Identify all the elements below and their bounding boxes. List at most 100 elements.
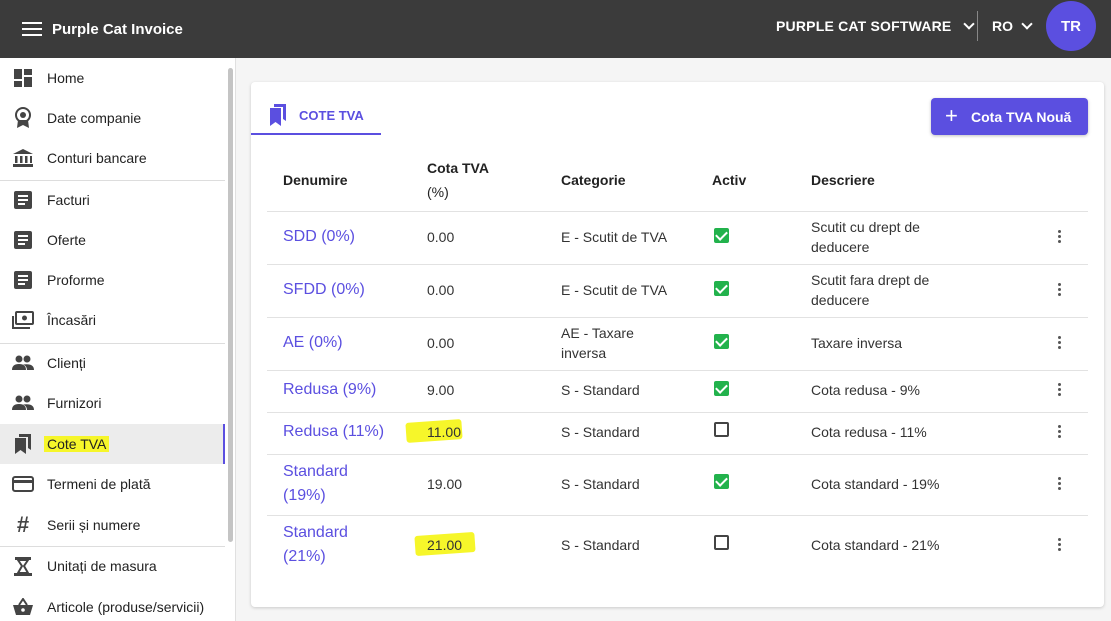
table-divider [267,515,1088,516]
sidebar-item-label: Facturi [47,192,90,208]
sidebar-item-home[interactable]: Home [0,58,225,98]
top-app-bar: Purple Cat Invoice PURPLE CAT SOFTWARE R… [0,0,1111,58]
sidebar-item-label: Serii și numere [47,517,141,533]
sidebar-item-unitati-de-masura[interactable]: Unitați de masura [0,546,225,586]
sidebar-item-facturi[interactable]: Facturi [0,180,225,220]
more-vert-icon[interactable] [1049,226,1069,246]
table-divider [267,211,1088,212]
sidebar-item-cote-tva[interactable]: Cote TVA [0,424,225,464]
sidebar-scrollbar[interactable] [228,68,233,542]
sidebar-item-label: Încasări [47,312,97,328]
user-avatar[interactable]: TR [1046,1,1096,51]
row-description: Cota redusa - 9% [811,382,920,398]
column-header-active: Activ [712,172,747,188]
row-rate: 9.00 [427,382,455,398]
active-checkbox[interactable] [714,381,729,396]
row-name-link[interactable]: Redusa (11%) [283,420,384,444]
more-vert-icon[interactable] [1049,332,1069,352]
bank-icon [12,147,34,169]
column-header-description: Descriere [811,172,875,188]
company-selector[interactable]: PURPLE CAT SOFTWARE [776,18,976,34]
row-description: Scutit cu drept de deducere [811,219,920,255]
cash-icon [12,309,34,331]
sidebar-item-label: Articole (produse/servicii) [47,599,205,615]
basket-icon [12,596,34,618]
more-vert-icon[interactable] [1049,534,1069,554]
document-icon [12,189,34,211]
table-divider [267,317,1088,318]
sidebar-item-conturi-bancare[interactable]: Conturi bancare [0,138,225,178]
active-checkbox[interactable] [714,535,729,550]
more-vert-icon[interactable] [1049,279,1069,299]
active-checkbox[interactable] [714,334,729,349]
sidebar-item-termeni-de-plata[interactable]: Termeni de plată [0,464,225,504]
row-rate: 21.00 [427,537,463,553]
sidebar-item-label: Proforme [47,272,105,288]
sidebar-item-articole[interactable]: Articole (produse/servicii) [0,587,225,621]
add-vat-rate-button[interactable]: + Cota TVA Nouă [931,98,1088,135]
row-category: E - Scutit de TVA [561,282,668,298]
sidebar-item-date-companie[interactable]: Date companie [0,98,225,138]
row-name-link[interactable]: Standard (21%) [283,521,373,569]
credit-card-icon [12,473,34,495]
bookmarks-icon [268,103,288,132]
app-title: Purple Cat Invoice [52,20,183,38]
column-header-name: Denumire [283,172,348,188]
dashboard-icon [12,67,34,89]
column-header-rate: Cota TVA [427,160,489,176]
scale-icon [12,555,34,577]
active-checkbox[interactable] [714,422,729,437]
language-label: RO [992,18,1013,34]
table-divider [267,370,1088,371]
column-header-rate-unit: (%) [427,184,449,200]
plus-icon: + [945,103,958,128]
more-vert-icon[interactable] [1049,379,1069,399]
award-icon [12,107,34,129]
sidebar-item-label: Cote TVA [44,436,110,452]
row-name-link[interactable]: SDD (0%) [283,225,355,249]
row-category: S - Standard [561,382,640,398]
add-vat-rate-label: Cota TVA Nouă [971,109,1072,125]
sidebar-item-clienti[interactable]: Clienți [0,343,225,383]
more-vert-icon[interactable] [1049,421,1069,441]
table-divider [267,454,1088,455]
divider [977,11,978,41]
row-rate: 0.00 [427,229,455,245]
language-selector[interactable]: RO [992,18,1033,34]
vat-rates-card: COTE TVA + Cota TVA Nouă Denumire Cota T… [251,82,1104,607]
menu-icon[interactable] [22,22,42,36]
row-category: S - Standard [561,476,640,492]
row-description: Taxare inversa [811,335,903,351]
sidebar-item-proforme[interactable]: Proforme [0,260,225,300]
row-name-link[interactable]: AE (0%) [283,331,343,355]
people-icon [12,352,34,374]
active-checkbox[interactable] [714,228,729,243]
row-rate: 11.00 [427,424,461,440]
sidebar: Home Date companie Conturi bancare Factu… [0,58,236,621]
tab-label: COTE TVA [299,108,364,123]
row-name-link[interactable]: Standard (19%) [283,460,373,508]
sidebar-item-label: Clienți [47,355,86,371]
more-vert-icon[interactable] [1049,473,1069,493]
table-divider [267,264,1088,265]
people-icon [12,392,34,414]
sidebar-item-label: Unitați de masura [47,558,157,574]
sidebar-item-label: Date companie [47,110,142,126]
sidebar-item-serii-si-numere[interactable]: # Serii și numere [0,505,225,545]
sidebar-item-oferte[interactable]: Oferte [0,220,225,260]
row-category: E - Scutit de TVA [561,229,668,245]
sidebar-item-incasari[interactable]: Încasări [0,300,225,340]
row-name-link[interactable]: Redusa (9%) [283,378,376,402]
sidebar-item-furnizori[interactable]: Furnizori [0,383,225,423]
tab-cote-tva[interactable]: COTE TVA [251,100,381,135]
row-description: Cota redusa - 11% [811,424,927,440]
row-rate: 19.00 [427,476,463,492]
row-name-link[interactable]: SFDD (0%) [283,278,365,302]
active-checkbox[interactable] [714,281,729,296]
chevron-down-icon [963,18,976,30]
row-category: S - Standard [561,424,640,440]
column-header-category: Categorie [561,172,626,188]
active-checkbox[interactable] [714,474,729,489]
row-rate: 0.00 [427,282,455,298]
document-icon [12,269,34,291]
